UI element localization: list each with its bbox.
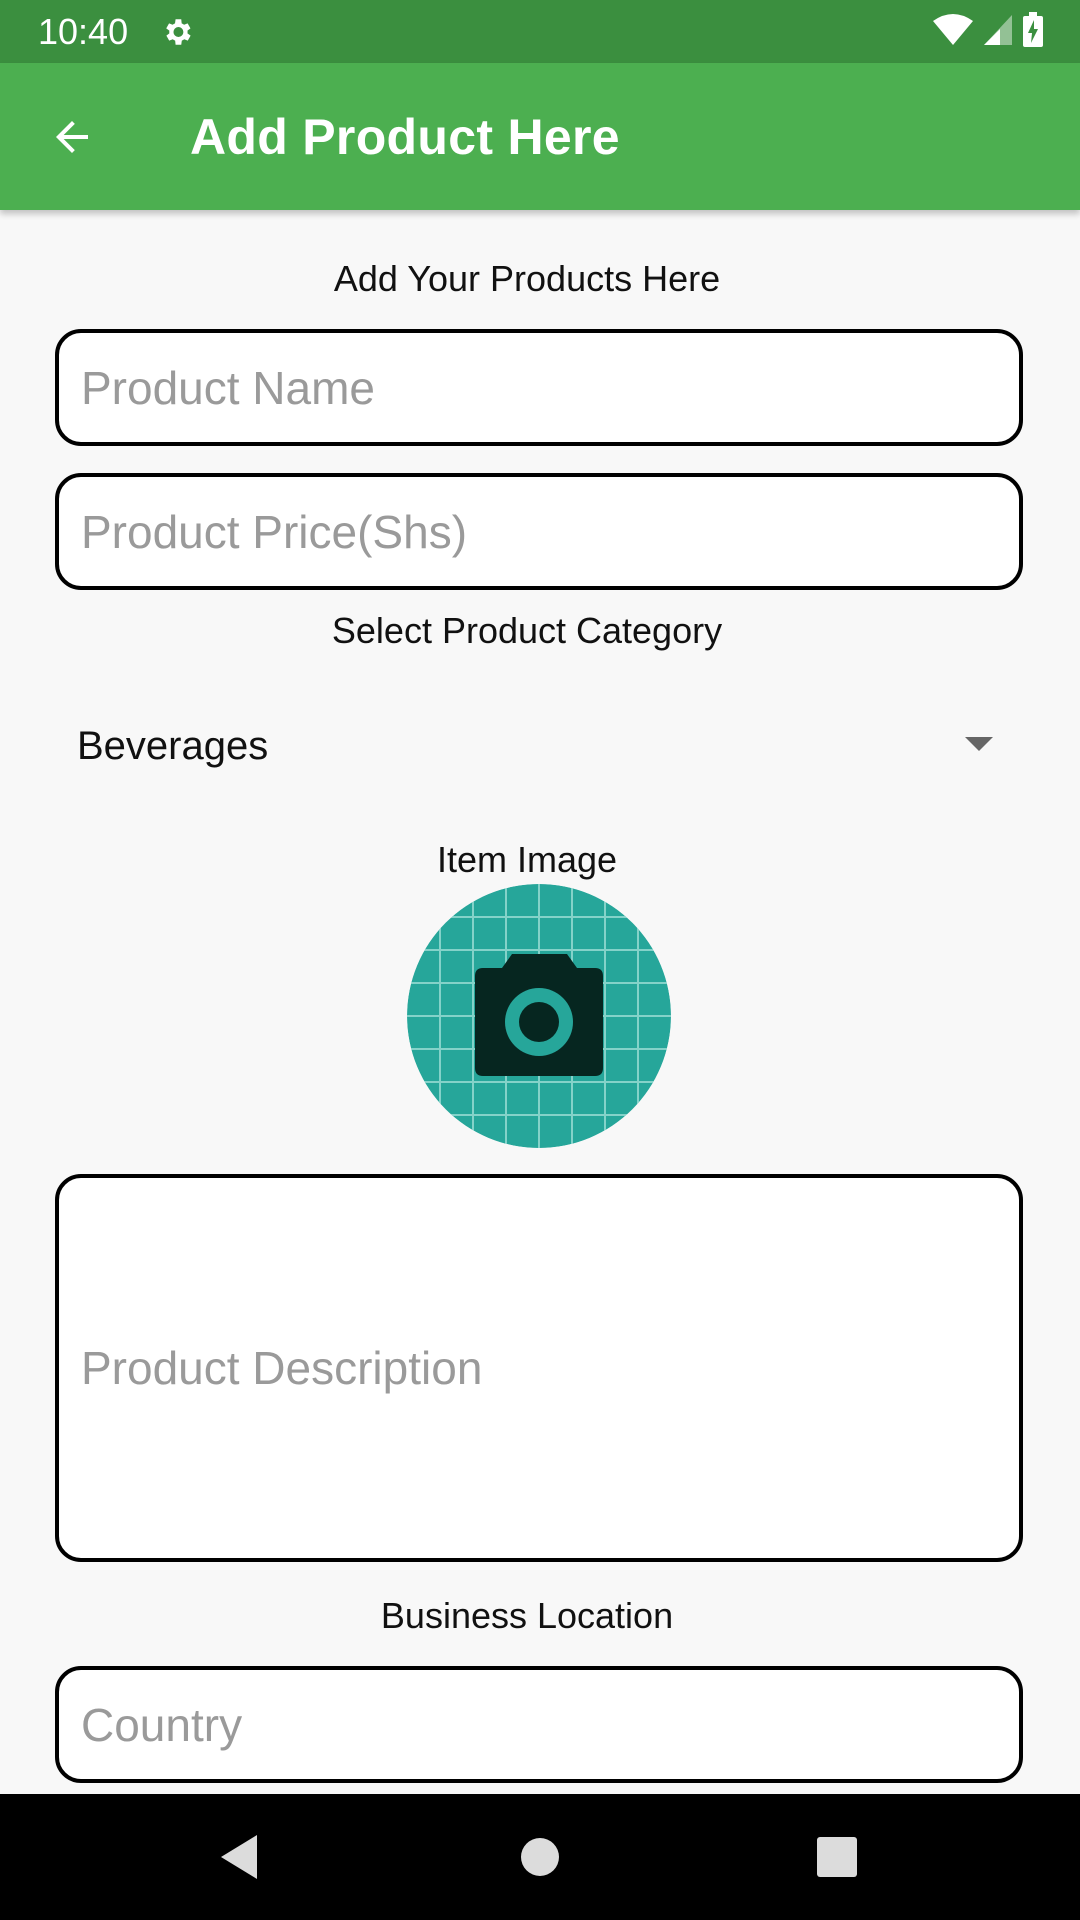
category-selected-value: Beverages <box>77 724 269 768</box>
nav-home-button[interactable] <box>505 1822 575 1892</box>
nav-back-button[interactable] <box>204 1822 274 1892</box>
recents-square-icon <box>817 1837 857 1877</box>
category-label: Select Product Category <box>331 610 723 651</box>
gear-icon <box>160 15 194 49</box>
dropdown-arrow-icon <box>965 737 993 751</box>
product-price-field[interactable] <box>55 473 1023 590</box>
status-icons <box>932 11 1044 53</box>
arrow-back-icon <box>48 113 96 166</box>
product-description-field[interactable]: Product Description <box>55 1174 1023 1562</box>
business-location-label: Business Location <box>380 1595 674 1636</box>
system-nav-bar <box>0 1794 1080 1920</box>
home-circle-icon <box>521 1838 559 1876</box>
camera-icon <box>407 884 671 1148</box>
country-field[interactable] <box>55 1666 1023 1783</box>
battery-charging-icon <box>1022 11 1044 53</box>
product-name-input[interactable] <box>59 333 1019 442</box>
item-image-button[interactable] <box>407 884 671 1148</box>
form-heading: Add Your Products Here <box>333 258 721 299</box>
category-dropdown[interactable]: Beverages <box>55 700 1023 790</box>
status-time: 10:40 <box>38 11 129 52</box>
back-triangle-icon <box>221 1835 257 1879</box>
app-bar: Add Product Here <box>0 63 1080 210</box>
add-product-screen: 10:40 Add Product Here Add Your Products… <box>0 0 1080 1920</box>
back-button[interactable] <box>36 103 108 175</box>
product-name-field[interactable] <box>55 329 1023 446</box>
page-title: Add Product Here <box>190 109 620 165</box>
product-description-placeholder: Product Description <box>81 1342 483 1394</box>
product-price-input[interactable] <box>59 477 1019 586</box>
wifi-icon <box>932 13 974 52</box>
status-bar: 10:40 <box>0 0 1080 63</box>
nav-recents-button[interactable] <box>802 1822 872 1892</box>
item-image-label: Item Image <box>436 839 618 880</box>
country-input[interactable] <box>59 1670 1019 1779</box>
signal-icon <box>982 13 1014 52</box>
